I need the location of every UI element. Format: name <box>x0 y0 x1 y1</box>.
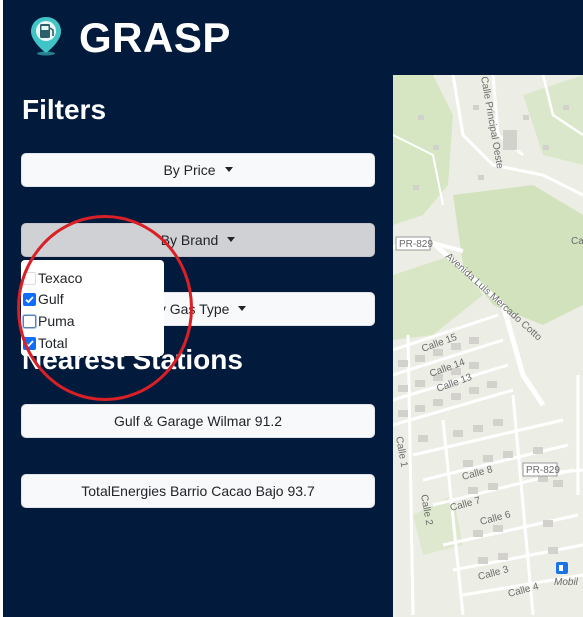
app-title: GRASP <box>79 14 231 61</box>
brand-option-label: Total <box>38 335 68 351</box>
map-canvas: Calle Principal Oeste PR-829 PR-829 Aven… <box>393 75 583 617</box>
brand-option-gulf[interactable]: Gulf <box>23 290 64 308</box>
map-label-mobil: Mobil <box>554 577 579 588</box>
map-label-pr829: PR-829 <box>526 465 560 476</box>
checkbox-puma[interactable] <box>23 314 36 328</box>
by-brand-label: By Brand <box>160 232 219 248</box>
checkbox-gulf[interactable] <box>23 292 36 306</box>
station-button-total[interactable]: TotalEnergies Barrio Cacao Bajo 93.7 <box>21 474 375 508</box>
header: GRASP <box>3 0 583 75</box>
brand-option-texaco[interactable]: Texaco <box>23 269 82 287</box>
by-price-label: By Price <box>163 162 216 178</box>
station-label: Gulf & Garage Wilmar 91.2 <box>113 413 283 429</box>
map-label-pr829: PR-829 <box>399 239 433 250</box>
map-view[interactable]: Calle Principal Oeste PR-829 PR-829 Aven… <box>393 75 583 617</box>
gas-station-pin-icon[interactable] <box>29 16 63 56</box>
brand-dropdown-menu: Texaco Gulf Puma Total <box>21 260 164 356</box>
caret-down-icon <box>227 236 236 242</box>
app-container: GRASP Filters By Price By Brand By Gas T… <box>3 0 583 617</box>
station-label: TotalEnergies Barrio Cacao Bajo 93.7 <box>81 483 315 499</box>
checkbox-total[interactable] <box>23 336 36 350</box>
checkmark-icon <box>25 339 34 347</box>
brand-option-puma[interactable]: Puma <box>23 312 75 330</box>
filters-heading: Filters <box>22 94 107 125</box>
by-price-dropdown-button[interactable]: By Price <box>21 153 375 187</box>
checkbox-texaco[interactable] <box>23 271 36 285</box>
brand-option-label: Gulf <box>38 291 64 307</box>
checkmark-icon <box>25 295 34 303</box>
station-button-gulf[interactable]: Gulf & Garage Wilmar 91.2 <box>21 404 375 438</box>
caret-down-icon <box>238 305 247 311</box>
map-label-cal: Cal <box>571 236 583 247</box>
caret-down-icon <box>224 166 233 172</box>
brand-option-label: Texaco <box>38 270 83 286</box>
brand-option-total[interactable]: Total <box>23 334 68 352</box>
by-brand-dropdown-button[interactable]: By Brand <box>21 223 375 257</box>
brand-option-label: Puma <box>38 313 75 329</box>
